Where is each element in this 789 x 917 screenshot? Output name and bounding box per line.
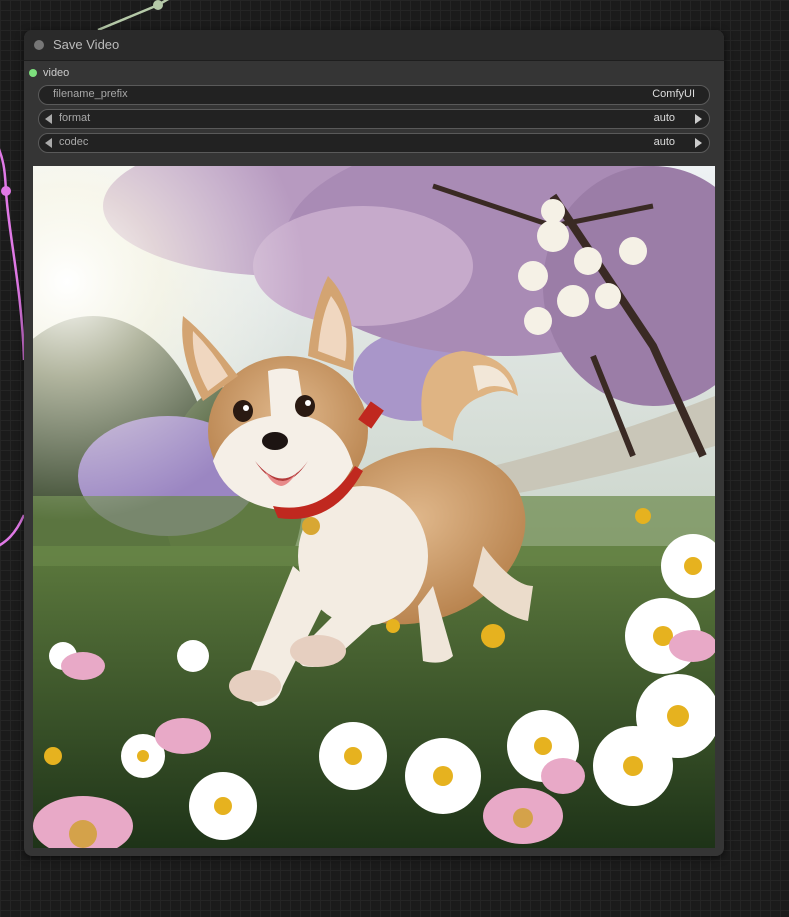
filename-prefix-label: filename_prefix <box>53 88 128 100</box>
video-preview[interactable] <box>33 166 715 848</box>
link-pink-dot[interactable] <box>1 186 11 196</box>
format-label: format <box>59 112 91 124</box>
save-video-node[interactable]: Save Video video filename_prefix ComfyUI… <box>24 30 724 856</box>
collapse-dot-icon[interactable] <box>34 40 44 50</box>
node-title: Save Video <box>53 37 120 52</box>
codec-label: codec <box>59 136 89 148</box>
filename-prefix-value: ComfyUI <box>652 88 695 100</box>
filename-prefix-widget[interactable]: filename_prefix ComfyUI <box>38 85 710 105</box>
node-header[interactable]: Save Video <box>24 30 724 61</box>
link-reroute-dot[interactable] <box>153 0 163 10</box>
codec-widget[interactable]: codec auto <box>38 133 710 153</box>
video-input-label: video <box>43 67 70 79</box>
graph-canvas[interactable]: Save Video video filename_prefix ComfyUI… <box>0 0 789 917</box>
video-input-slot-icon[interactable] <box>29 69 37 77</box>
format-widget[interactable]: format auto <box>38 109 710 129</box>
link-pink[interactable] <box>0 140 26 361</box>
codec-value: auto <box>653 136 675 148</box>
video-preview-image <box>33 166 715 848</box>
format-increment-arrow-icon[interactable] <box>695 114 702 124</box>
format-decrement-arrow-icon[interactable] <box>45 114 52 124</box>
format-value: auto <box>653 112 675 124</box>
link-pink-lower[interactable] <box>0 514 26 548</box>
codec-increment-arrow-icon[interactable] <box>695 138 702 148</box>
codec-decrement-arrow-icon[interactable] <box>45 138 52 148</box>
